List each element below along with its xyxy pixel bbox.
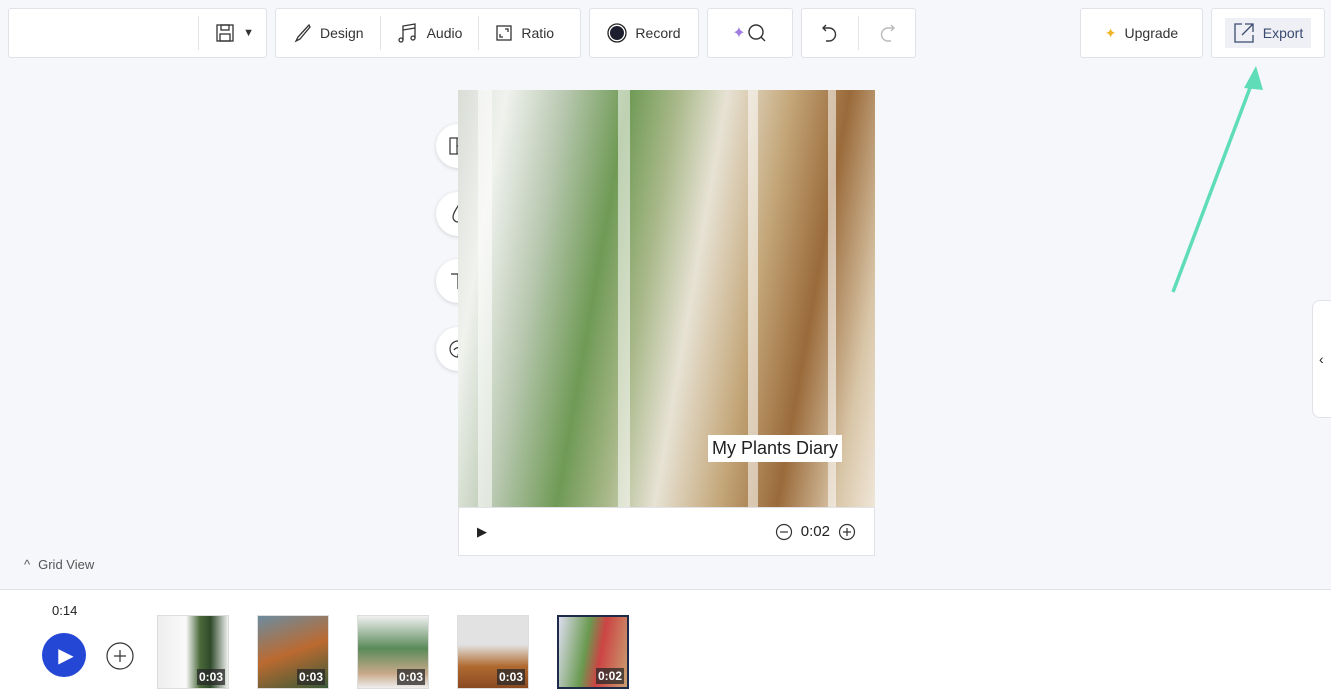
timeline: 0:14 ▶ 0:03 0:03 0:03 0:03 0:02 [0,589,1331,695]
record-icon [607,23,628,43]
export-group: Export [1211,8,1325,58]
decrease-duration-icon[interactable] [775,523,793,541]
search-icon [748,24,766,42]
ai-search-button[interactable]: ✦ [707,8,793,58]
ratio-button[interactable]: Ratio [479,16,570,50]
upgrade-button[interactable]: ✦ Upgrade [1080,8,1203,58]
clip-duration: 0:03 [496,669,525,685]
chevron-left-icon: ‹ [1319,351,1324,367]
brush-icon [294,23,311,43]
star-icon: ✦ [1104,24,1117,41]
play-icon: ▶ [58,644,74,667]
ratio-icon [496,25,513,41]
collapse-panel-button[interactable]: ‹ [1312,300,1331,418]
window-frame [618,90,630,507]
save-button[interactable]: ▼ [199,16,266,50]
undo-icon [822,24,837,42]
audio-button[interactable]: Audio [381,16,479,50]
project-name-group: ▼ [8,8,267,58]
clip-thumbnail[interactable]: 0:03 [157,615,229,689]
ratio-label: Ratio [521,25,555,41]
clip-duration: 0:02 [595,668,624,684]
chevron-up-icon: ^ [24,557,31,572]
export-button[interactable]: Export [1224,18,1312,48]
play-all-button[interactable]: ▶ [42,633,86,677]
history-group [801,8,916,58]
increase-duration-icon[interactable] [838,523,856,541]
play-icon[interactable]: ▶ [477,524,487,540]
clip-thumbnail-selected[interactable]: 0:02 [557,615,629,689]
clip-duration: 0:03 [196,669,225,685]
audio-label: Audio [426,25,463,41]
design-button[interactable]: Design [276,16,380,50]
slide-duration: 0:02 [800,523,830,540]
music-note-icon [397,23,416,43]
export-label: Export [1262,25,1304,41]
upgrade-label: Upgrade [1124,25,1179,41]
grid-view-label: Grid View [38,557,95,572]
grid-view-toggle[interactable]: ^ Grid View [24,557,94,572]
slide-player: ▶ 0:02 [458,507,875,556]
edit-group: Design Audio Ratio [275,8,581,58]
clip-thumbnail[interactable]: 0:03 [257,615,329,689]
clip-thumbnail[interactable]: 0:03 [457,615,529,689]
redo-icon [880,24,895,42]
design-label: Design [320,25,364,41]
dropdown-caret-icon[interactable]: ▼ [243,27,254,39]
total-duration: 0:14 [52,603,78,618]
record-button[interactable]: Record [589,8,699,58]
clip-duration: 0:03 [296,669,325,685]
annotation-arrow [1171,66,1263,293]
redo-button[interactable] [859,22,915,44]
add-slide-button[interactable] [106,642,134,670]
record-label: Record [635,25,681,41]
project-name-input[interactable] [9,9,198,57]
sparkle-icon: ✦ [732,25,746,42]
save-icon [216,24,234,42]
undo-button[interactable] [802,22,858,44]
clip-duration: 0:03 [396,669,425,685]
slide-canvas[interactable]: My Plants Diary [458,90,875,507]
slide-caption[interactable]: My Plants Diary [708,435,843,462]
window-frame [478,90,492,507]
export-icon [1234,23,1254,43]
clip-thumbnail[interactable]: 0:03 [357,615,429,689]
